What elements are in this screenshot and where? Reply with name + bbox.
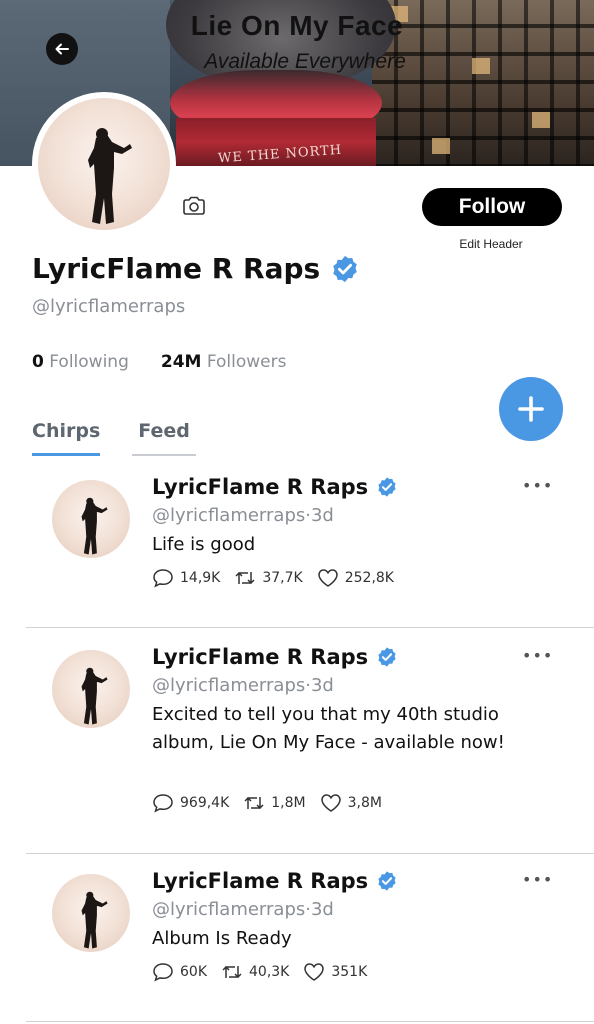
post-avatar[interactable] [52, 480, 130, 558]
avatar-figure [81, 667, 108, 725]
verified-badge-icon [378, 647, 396, 667]
post-author-row: LyricFlame R Raps [152, 645, 398, 669]
repost-icon [235, 571, 255, 585]
avatar-figure [88, 128, 132, 224]
heart-icon [317, 569, 338, 587]
post-time: 3d [310, 675, 334, 696]
post-handle: @lyricflamerraps [152, 899, 306, 920]
avatar-figure [81, 891, 108, 949]
banner-title: Lie On My Face [190, 10, 404, 41]
post-actions: 14,9K 37,7K 252,8K [152, 568, 408, 588]
following-label: Following [49, 352, 129, 372]
rechirp-action[interactable]: 1,8M [243, 794, 306, 812]
rechirp-count: 37,7K [262, 570, 303, 586]
verified-badge-icon [378, 871, 396, 891]
post-meta: @lyricflamerraps·3d [152, 899, 334, 920]
avatar-image [38, 98, 170, 230]
post-divider [26, 627, 594, 628]
like-action[interactable]: 252,8K [317, 568, 394, 588]
profile-handle: @lyricflamerraps [32, 296, 186, 317]
compose-button[interactable] [499, 377, 563, 441]
post-time: 3d [310, 505, 334, 526]
back-button[interactable] [46, 33, 78, 65]
post-more-button[interactable]: ••• [522, 646, 553, 665]
followers-stat[interactable]: 24M Followers [161, 352, 287, 372]
like-count: 351K [331, 964, 368, 980]
profile-name-row: LyricFlame R Raps [32, 252, 360, 285]
reply-action[interactable]: 14,9K [152, 568, 220, 588]
ellipsis-icon: ••• [522, 870, 554, 889]
post-actions: 969,4K 1,8M 3,8M [152, 793, 396, 813]
banner-subtitle: Available Everywhere [204, 50, 406, 73]
post-text: Life is good [152, 534, 256, 555]
profile-stats: 0 Following 24M Followers [32, 352, 287, 372]
post-text: Album Is Ready [152, 928, 292, 949]
reply-count: 60K [180, 964, 207, 980]
speech-bubble-icon [153, 569, 173, 588]
post-author-row: LyricFlame R Raps [152, 869, 398, 893]
post-author-name: LyricFlame R Raps [152, 869, 369, 893]
verified-badge-icon [378, 477, 396, 497]
post-author-row: LyricFlame R Raps [152, 475, 398, 499]
like-count: 252,8K [344, 570, 394, 586]
post-more-button[interactable]: ••• [522, 870, 553, 889]
rechirp-count: 40,3K [249, 964, 290, 980]
verified-badge-icon [333, 255, 357, 282]
post-time: 3d [310, 899, 334, 920]
edit-header-link[interactable]: Edit Header [420, 237, 562, 251]
heart-icon [304, 963, 325, 981]
change-photo-button[interactable] [182, 196, 206, 220]
post-meta: @lyricflamerraps·3d [152, 675, 334, 696]
like-count: 3,8M [347, 795, 382, 811]
post-author-name: LyricFlame R Raps [152, 645, 369, 669]
tab-feed[interactable]: Feed [132, 420, 196, 456]
post-more-button[interactable]: ••• [522, 476, 553, 495]
post-divider [26, 853, 594, 854]
speech-bubble-icon [153, 963, 173, 982]
post-author-name: LyricFlame R Raps [152, 475, 369, 499]
like-action[interactable]: 3,8M [320, 793, 382, 813]
followers-label: Followers [206, 352, 287, 372]
reply-action[interactable]: 969,4K [152, 793, 229, 813]
rechirp-action[interactable]: 37,7K [234, 569, 303, 587]
repost-icon [244, 796, 264, 810]
ellipsis-icon: ••• [522, 646, 554, 665]
post-item[interactable]: LyricFlame R Raps @lyricflamerraps·3d Al… [0, 869, 594, 1022]
post-text: Excited to tell you that my 40th studio … [152, 704, 505, 753]
profile-avatar[interactable] [32, 92, 176, 236]
speech-bubble-icon [153, 794, 173, 813]
follow-button[interactable]: Follow [422, 188, 562, 226]
tab-chirps[interactable]: Chirps [32, 420, 101, 456]
heart-icon [320, 794, 341, 812]
profile-name: LyricFlame R Raps [32, 252, 321, 285]
rechirp-action[interactable]: 40,3K [221, 963, 289, 981]
repost-icon [222, 965, 242, 979]
avatar-figure [81, 497, 108, 555]
camera-icon [183, 196, 205, 215]
following-stat[interactable]: 0 Following [32, 352, 129, 372]
plus-icon [518, 396, 544, 422]
post-meta: @lyricflamerraps·3d [152, 505, 334, 526]
reply-action[interactable]: 60K [152, 962, 207, 982]
post-avatar[interactable] [52, 650, 130, 728]
ellipsis-icon: ••• [522, 476, 554, 495]
following-count: 0 [32, 352, 44, 372]
rechirp-count: 1,8M [271, 795, 306, 811]
like-action[interactable]: 351K [303, 962, 367, 982]
reply-count: 969,4K [180, 795, 230, 811]
arrow-left-icon [55, 43, 69, 55]
post-avatar[interactable] [52, 874, 130, 952]
post-handle: @lyricflamerraps [152, 505, 306, 526]
post-handle: @lyricflamerraps [152, 675, 306, 696]
post-item[interactable]: LyricFlame R Raps @lyricflamerraps·3d Ex… [0, 645, 594, 853]
reply-count: 14,9K [180, 570, 221, 586]
post-actions: 60K 40,3K 351K [152, 962, 381, 982]
post-item[interactable]: LyricFlame R Raps @lyricflamerraps·3d Li… [0, 475, 594, 628]
post-divider [26, 1021, 594, 1022]
followers-count: 24M [160, 352, 202, 372]
profile-tabs: Chirps Feed [32, 420, 196, 456]
